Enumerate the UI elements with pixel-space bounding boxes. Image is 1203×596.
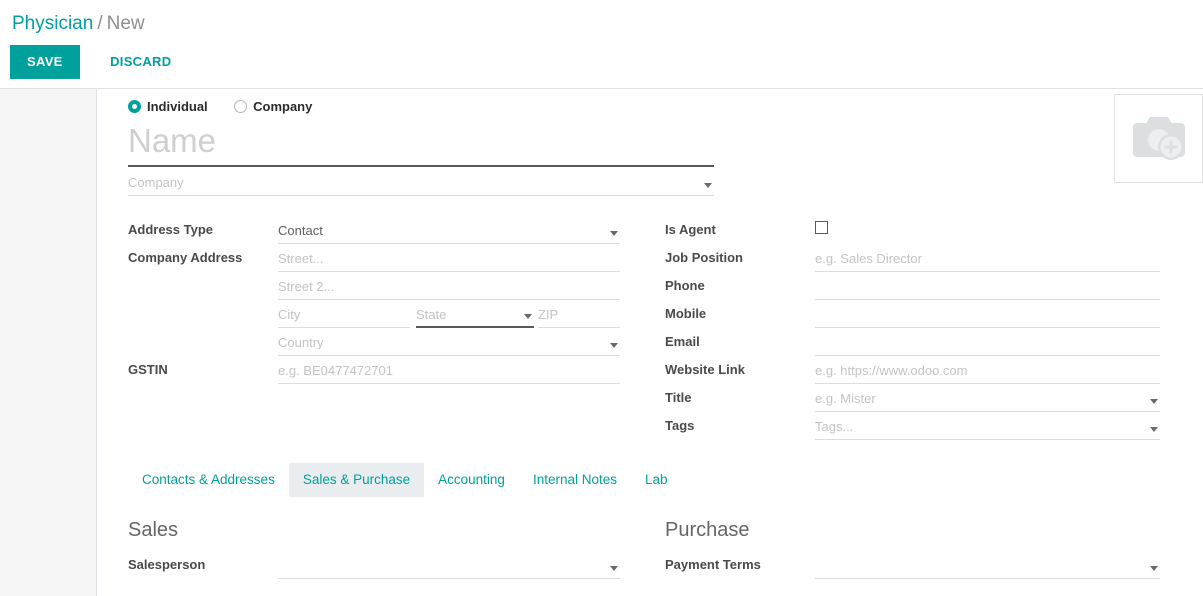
field-label-is-agent: Is Agent xyxy=(665,222,716,237)
sales-section-title: Sales xyxy=(128,519,179,541)
field-label-phone: Phone xyxy=(665,278,705,293)
field-street2: Street 2... xyxy=(128,273,653,301)
tab-lab[interactable]: Lab xyxy=(631,463,682,497)
field-address-type: Address Type Contact xyxy=(128,217,653,245)
form-column-left: Address Type Contact Company Address Str… xyxy=(128,217,653,385)
job-position-input[interactable]: e.g. Sales Director xyxy=(815,248,1160,272)
email-input[interactable] xyxy=(815,332,1160,356)
field-mobile: Mobile xyxy=(665,301,1160,329)
city-input[interactable]: City xyxy=(278,304,410,328)
tab-sales-purchase[interactable]: Sales & Purchase xyxy=(288,463,425,497)
form-column-right: Is Agent Job Position e.g. Sales Directo… xyxy=(665,217,1160,441)
field-label-mobile: Mobile xyxy=(665,306,707,321)
field-website-link: Website Link e.g. https://www.odoo.com xyxy=(665,357,1160,385)
title-placeholder-text: e.g. Mister xyxy=(815,391,876,406)
chevron-down-icon xyxy=(1150,566,1158,571)
sales-section: Sales Salesperson xyxy=(128,517,653,580)
payment-terms-input[interactable] xyxy=(815,555,1160,579)
tags-placeholder-text: Tags... xyxy=(815,419,854,434)
state-placeholder-text: State xyxy=(416,307,447,322)
radio-label-individual: Individual xyxy=(147,99,208,114)
chevron-down-icon xyxy=(704,183,712,188)
discard-button[interactable]: DISCARD xyxy=(94,45,187,79)
field-salesperson: Salesperson xyxy=(128,552,653,580)
chevron-down-icon xyxy=(524,314,532,319)
control-panel: Physician / New SAVE DISCARD xyxy=(0,0,1203,88)
gstin-input[interactable]: e.g. BE0477472701 xyxy=(278,360,620,384)
chevron-down-icon xyxy=(610,566,618,571)
name-input[interactable]: Name xyxy=(128,121,714,167)
field-street: Company Address Street... xyxy=(128,245,653,273)
salesperson-input[interactable] xyxy=(278,555,620,579)
state-input[interactable]: State xyxy=(416,304,534,328)
field-label-gstin: GSTIN xyxy=(128,362,168,377)
purchase-section-title: Purchase xyxy=(665,519,750,541)
image-upload-placeholder[interactable] xyxy=(1114,94,1203,183)
camera-plus-icon xyxy=(1132,116,1185,160)
radio-selected-icon xyxy=(128,100,141,113)
radio-option-individual[interactable]: Individual xyxy=(128,98,208,116)
field-label-title: Title xyxy=(665,390,692,405)
radio-unselected-icon xyxy=(234,100,248,113)
field-is-agent: Is Agent xyxy=(665,217,1160,245)
address-type-value: Contact xyxy=(278,223,323,238)
action-buttons: SAVE DISCARD xyxy=(10,45,187,79)
country-placeholder-text: Country xyxy=(278,335,324,350)
street2-input[interactable]: Street 2... xyxy=(278,276,620,300)
field-label-company-address: Company Address xyxy=(128,250,243,265)
tab-contacts-addresses[interactable]: Contacts & Addresses xyxy=(128,463,289,497)
field-email: Email xyxy=(665,329,1160,357)
tags-input[interactable]: Tags... xyxy=(815,416,1160,440)
field-job-position: Job Position e.g. Sales Director xyxy=(665,245,1160,273)
street-input[interactable]: Street... xyxy=(278,248,620,272)
breadcrumb-separator: / xyxy=(97,13,103,34)
field-label-job-position: Job Position xyxy=(665,250,743,265)
company-input[interactable]: Company xyxy=(128,174,714,196)
tab-accounting[interactable]: Accounting xyxy=(424,463,519,497)
zip-input[interactable]: ZIP xyxy=(538,304,620,328)
field-phone: Phone xyxy=(665,273,1160,301)
mobile-input[interactable] xyxy=(815,304,1160,328)
breadcrumb: Physician / New xyxy=(12,12,145,36)
field-label-tags: Tags xyxy=(665,418,695,433)
field-payment-terms: Payment Terms xyxy=(665,552,1160,580)
field-gstin: GSTIN e.g. BE0477472701 xyxy=(128,357,653,385)
radio-option-company[interactable]: Company xyxy=(234,98,312,116)
purchase-section: Purchase Payment Terms xyxy=(665,517,1160,580)
field-title: Title e.g. Mister xyxy=(665,385,1160,413)
breadcrumb-current: New xyxy=(106,13,145,34)
chevron-down-icon xyxy=(1150,399,1158,404)
chevron-down-icon xyxy=(610,231,618,236)
address-type-input[interactable]: Contact xyxy=(278,220,620,244)
notebook-tabs: Contacts & Addresses Sales & Purchase Acco… xyxy=(128,463,1203,497)
breadcrumb-root-link[interactable]: Physician xyxy=(12,13,93,34)
website-link-input[interactable]: e.g. https://www.odoo.com xyxy=(815,360,1160,384)
radio-label-company: Company xyxy=(253,99,313,114)
contact-form-sheet: Individual Company Name Company Address … xyxy=(97,89,1203,596)
field-label-website-link: Website Link xyxy=(665,362,745,377)
tab-internal-notes[interactable]: Internal Notes xyxy=(519,463,631,497)
field-tags: Tags Tags... xyxy=(665,413,1160,441)
field-city-state-zip: City State ZIP xyxy=(128,301,653,329)
title-input[interactable]: e.g. Mister xyxy=(815,388,1160,412)
company-placeholder-text: Company xyxy=(128,175,184,190)
country-input[interactable]: Country xyxy=(278,332,620,356)
field-label-salesperson: Salesperson xyxy=(128,557,206,572)
chevron-down-icon xyxy=(610,343,618,348)
is-agent-checkbox[interactable] xyxy=(815,221,828,234)
left-gutter xyxy=(0,89,97,596)
field-label-address-type: Address Type xyxy=(128,222,214,237)
page-body: Individual Company Name Company Address … xyxy=(0,88,1203,596)
field-country: Country xyxy=(128,329,653,357)
phone-input[interactable] xyxy=(815,276,1160,300)
field-label-email: Email xyxy=(665,334,700,349)
field-label-payment-terms: Payment Terms xyxy=(665,557,761,572)
save-button[interactable]: SAVE xyxy=(10,45,80,79)
entity-type-radio-group: Individual Company xyxy=(128,98,334,118)
chevron-down-icon xyxy=(1150,427,1158,432)
